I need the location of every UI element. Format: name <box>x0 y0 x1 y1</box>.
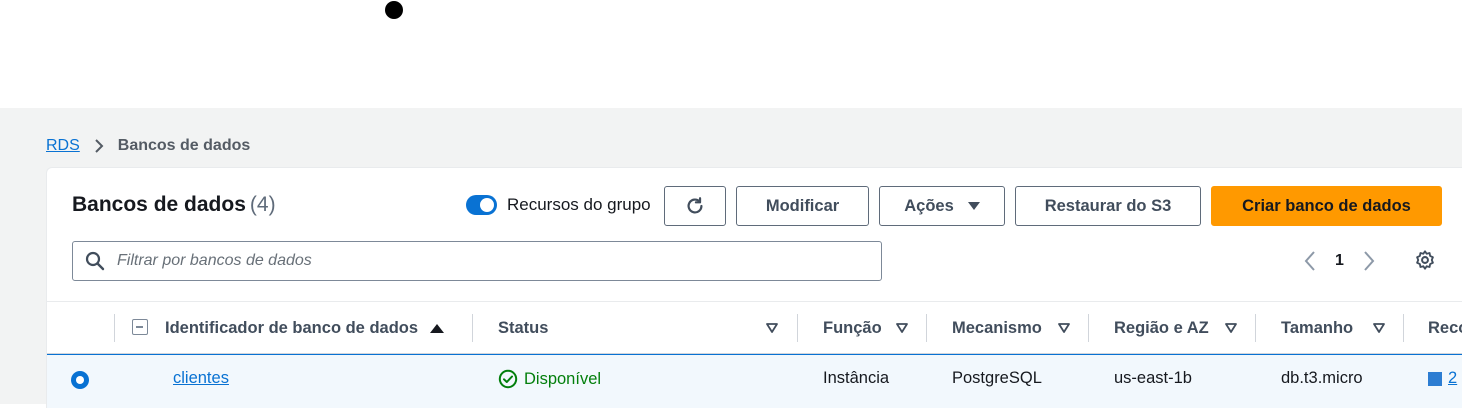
column-divider <box>472 314 473 342</box>
cell-identifier: clientes <box>173 369 229 388</box>
sort-caret-icon[interactable] <box>1373 323 1385 333</box>
pagination: 1 <box>1299 248 1380 274</box>
restore-from-s3-button[interactable]: Restaurar do S3 <box>1015 186 1201 226</box>
column-divider <box>926 314 927 342</box>
status-ok-icon <box>498 369 518 389</box>
column-engine[interactable]: Mecanismo <box>952 302 1042 354</box>
column-engine-label: Mecanismo <box>952 318 1042 337</box>
cursor-dot <box>385 1 403 19</box>
database-link[interactable]: clientes <box>173 369 229 387</box>
caret-down-icon <box>967 202 980 210</box>
toggle-switch[interactable] <box>466 195 497 215</box>
refresh-icon <box>687 197 703 214</box>
create-database-button[interactable]: Criar banco de dados <box>1211 186 1442 226</box>
actions-dropdown-button[interactable]: Ações <box>879 186 1005 226</box>
search-icon <box>85 251 105 271</box>
status-text: Disponível <box>524 369 602 388</box>
column-size-label: Tamanho <box>1281 318 1354 337</box>
cell-status: Disponível <box>498 369 601 389</box>
sort-caret-icon[interactable] <box>1225 323 1237 333</box>
row-select-radio[interactable] <box>71 371 89 389</box>
breadcrumb-current: Bancos de dados <box>117 137 251 154</box>
sort-caret-icon[interactable] <box>896 323 908 333</box>
cell-engine: PostgreSQL <box>952 369 1042 387</box>
column-recommendations[interactable]: Reco <box>1428 302 1462 354</box>
database-count: (4) <box>249 193 276 216</box>
column-divider <box>114 314 115 342</box>
column-status[interactable]: Status <box>498 302 548 354</box>
settings-gear-icon[interactable] <box>1414 249 1436 271</box>
search-field[interactable] <box>72 241 882 281</box>
chevron-left-icon[interactable] <box>1299 250 1321 272</box>
refresh-button[interactable] <box>664 186 726 226</box>
group-resources-toggle[interactable]: Recursos do grupo <box>466 195 651 215</box>
column-status-label: Status <box>498 318 549 337</box>
actions-label: Ações <box>904 196 954 215</box>
cell-recommendations[interactable]: 2 <box>1428 369 1457 388</box>
table-header: Identificador de banco de dados Status F… <box>47 301 1462 354</box>
recommendation-count[interactable]: 2 <box>1448 369 1457 388</box>
group-resources-label: Recursos do grupo <box>507 195 651 214</box>
column-identifier[interactable]: Identificador de banco de dados <box>165 302 445 354</box>
breadcrumb: RDS Bancos de dados <box>46 135 250 157</box>
column-region-label: Região e AZ <box>1114 318 1209 337</box>
column-divider <box>1088 314 1089 342</box>
page-title-text: Bancos de dados <box>72 193 246 216</box>
table-row[interactable]: clientes Disponível Instância PostgreSQL… <box>47 354 1462 408</box>
cell-size: db.t3.micro <box>1281 369 1363 387</box>
cell-role: Instância <box>823 369 890 387</box>
chevron-right-icon[interactable] <box>1358 250 1380 272</box>
column-divider <box>797 314 798 342</box>
column-role[interactable]: Função <box>823 302 882 354</box>
sort-ascending-icon <box>430 323 445 333</box>
column-identifier-label: Identificador de banco de dados <box>165 318 419 337</box>
column-divider <box>1255 314 1256 342</box>
chevron-right-icon <box>94 138 104 154</box>
databases-panel: Bancos de dados (4) Recursos do grupo Mod… <box>46 167 1462 408</box>
column-recommendations-label: Reco <box>1428 318 1462 337</box>
cell-region: us-east-1b <box>1114 369 1192 387</box>
sort-caret-icon[interactable] <box>1058 323 1070 333</box>
column-size[interactable]: Tamanho <box>1281 302 1353 354</box>
column-role-label: Função <box>823 318 882 337</box>
breadcrumb-link-rds[interactable]: RDS <box>46 137 80 155</box>
column-divider <box>1403 314 1404 342</box>
column-region[interactable]: Região e AZ <box>1114 302 1209 354</box>
search-input[interactable] <box>115 251 819 271</box>
current-page[interactable]: 1 <box>1335 252 1344 270</box>
sort-caret-icon[interactable] <box>766 323 778 333</box>
select-all-checkbox[interactable] <box>132 319 148 335</box>
modify-button[interactable]: Modificar <box>736 186 869 226</box>
recommendation-icon <box>1428 371 1442 386</box>
page-title: Bancos de dados (4) <box>72 193 276 217</box>
